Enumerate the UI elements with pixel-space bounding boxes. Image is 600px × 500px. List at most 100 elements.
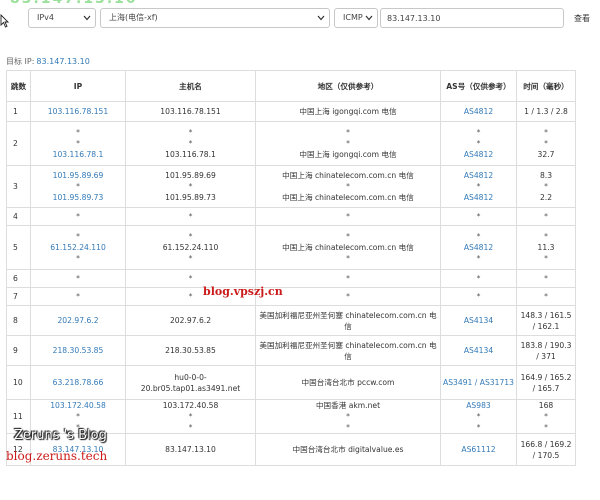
no-reply-star: * (346, 232, 350, 241)
table-row: 1 103.116.78.151 103.116.78.151 中国上海 igongq… (6, 101, 576, 122)
region-cell: * 中国上海 chinatelecom.com.cn 电信 * (255, 225, 441, 270)
no-reply-star: * (544, 182, 548, 191)
asn-link[interactable]: AS3491 / AS31713 (443, 377, 514, 388)
header-region: 地区（仅供参考） (255, 70, 441, 102)
asn-link[interactable]: AS4812 (443, 170, 514, 181)
asn-link[interactable]: AS4134 (443, 315, 514, 326)
no-reply-star: * (544, 128, 548, 137)
ip-link[interactable]: 103.172.40.58 (33, 400, 123, 411)
no-reply-star: * (188, 412, 193, 421)
region-cell: 美国加利福尼亚州圣何塞 chinatelecom.com.cn 电信 (255, 335, 441, 366)
header-hop: 跳数 (6, 70, 31, 102)
header-ip: IP (30, 70, 126, 102)
query-button[interactable]: 查看 (566, 8, 598, 28)
asn-link[interactable]: AS983 (443, 400, 514, 411)
region-value: 中国上海 igongqi.com 电信 (299, 107, 397, 116)
asn-cell: AS61112 (440, 433, 517, 466)
no-reply-star: * (188, 212, 193, 221)
host-value: hu0-0-0-20.br05.tap01.as3491.net (140, 372, 241, 393)
ip-cell: * (30, 269, 126, 288)
asn-cell: * (440, 207, 517, 226)
host-value: 103.116.78.1 (165, 150, 216, 159)
hop-cell: 3 (6, 165, 31, 208)
no-reply-star: * (544, 292, 548, 301)
no-reply-star: * (76, 139, 80, 148)
table-row: 4 * * * * * (6, 207, 576, 226)
asn-link[interactable]: AS61112 (443, 444, 514, 455)
ip-cell: 202.97.6.2 (30, 305, 126, 336)
ip-link[interactable]: 61.152.24.110 (33, 242, 123, 253)
asn-link[interactable]: AS4812 (443, 192, 514, 203)
top-banner: 83.147.13.10 (0, 0, 600, 6)
region-value: 中国台湾台北市 digitalvalue.es (292, 445, 404, 454)
ip-cell: 63.218.78.66 (30, 365, 126, 400)
time-cell: * 11.3 * (516, 225, 576, 270)
asn-link[interactable]: AS4812 (443, 106, 514, 117)
asn-cell: AS983 * * (440, 399, 517, 434)
protocol-select[interactable]: ICMP (334, 8, 378, 28)
no-reply-star: * (476, 292, 481, 301)
no-reply-star: * (76, 182, 80, 191)
asn-cell: AS4134 (440, 305, 517, 336)
header-asn: AS号（仅供参考） (440, 70, 517, 102)
no-reply-star: * (346, 423, 350, 432)
time-value: 164.9 / 165.2 / 165.7 (520, 372, 572, 393)
region-cell: * * 中国上海 igongqi.com 电信 (255, 121, 441, 166)
region-value: 中国台湾台北市 pccw.com (301, 378, 395, 387)
asn-cell: AS4134 (440, 335, 517, 366)
ip-link[interactable]: 101.95.89.73 (33, 192, 123, 203)
no-reply-star: * (476, 254, 481, 263)
time-cell: 166.8 / 169.2 / 170.5 (516, 433, 576, 466)
header-time: 时间（毫秒） (516, 70, 576, 102)
hop-cell: 8 (6, 305, 31, 336)
region-cell: 美国加利福尼亚州圣何塞 chinatelecom.com.cn 电信 (255, 305, 441, 336)
no-reply-star: * (544, 232, 548, 241)
no-reply-star: * (76, 412, 80, 421)
region-cell: 中国台湾台北市 digitalvalue.es (255, 433, 441, 466)
host-value: 202.97.6.2 (169, 316, 212, 325)
host-cell: 103.172.40.58 * * (125, 399, 256, 434)
table-row: 3 101.95.89.69 * 101.95.89.73 101.95.89.69 * 1… (6, 165, 576, 208)
table-row: 9 218.30.53.85 218.30.53.85 美国加利福尼亚州圣何塞 chi… (6, 335, 576, 366)
host-cell: 103.116.78.151 (125, 101, 256, 122)
time-value: 183.8 / 190.3 / 371 (520, 340, 572, 361)
asn-link[interactable]: AS4134 (443, 345, 514, 356)
ip-link[interactable]: 101.95.89.69 (33, 170, 123, 181)
no-reply-star: * (346, 274, 350, 283)
host-value: 103.116.78.151 (160, 107, 221, 116)
host-value: 218.30.53.85 (165, 346, 216, 355)
watermark-blog-url: blog.zeruns.tech (6, 449, 108, 463)
ip-link[interactable]: 103.116.78.151 (33, 106, 123, 117)
location-value: 上海(电信-xf) (109, 13, 158, 22)
target-ip-input[interactable] (380, 8, 564, 28)
region-cell: * (255, 269, 441, 288)
time-value: 166.8 / 169.2 / 170.5 (520, 439, 572, 460)
ip-link[interactable]: 218.30.53.85 (33, 345, 123, 356)
ip-cell: * 61.152.24.110 * (30, 225, 126, 270)
target-ip-line: 目标 IP: 83.147.13.10 (6, 56, 90, 67)
no-reply-star: * (544, 423, 548, 432)
ip-link[interactable]: 103.116.78.1 (33, 149, 123, 160)
ip-link[interactable]: 202.97.6.2 (33, 315, 123, 326)
region-cell: * (255, 287, 441, 306)
ip-version-select[interactable]: IPv4 (28, 8, 96, 28)
no-reply-star: * (346, 212, 350, 221)
table-row: 2 * * 103.116.78.1 * * 103.116.78.1 * * 中国上海 igon… (6, 121, 576, 166)
no-reply-star: * (346, 128, 350, 137)
ip-cell: * * 103.116.78.1 (30, 121, 126, 166)
host-cell: * 61.152.24.110 * (125, 225, 256, 270)
table-row: 5 * 61.152.24.110 * * 61.152.24.110 * * 中国上海 chi… (6, 225, 576, 270)
time-cell: 183.8 / 190.3 / 371 (516, 335, 576, 366)
asn-cell: * (440, 287, 517, 306)
time-value: 168 (538, 401, 554, 410)
no-reply-star: * (188, 182, 193, 191)
ip-link[interactable]: 63.218.78.66 (33, 377, 123, 388)
table-row: 10 63.218.78.66 hu0-0-0-20.br05.tap01.as34… (6, 365, 576, 400)
location-select[interactable]: 上海(电信-xf) (100, 8, 330, 28)
ip-cell: 101.95.89.69 * 101.95.89.73 (30, 165, 126, 208)
asn-link[interactable]: AS4812 (443, 149, 514, 160)
chevron-down-icon (365, 15, 373, 21)
asn-link[interactable]: AS4812 (443, 242, 514, 253)
host-value: 103.172.40.58 (162, 401, 219, 410)
ip-version-value: IPv4 (37, 13, 55, 22)
